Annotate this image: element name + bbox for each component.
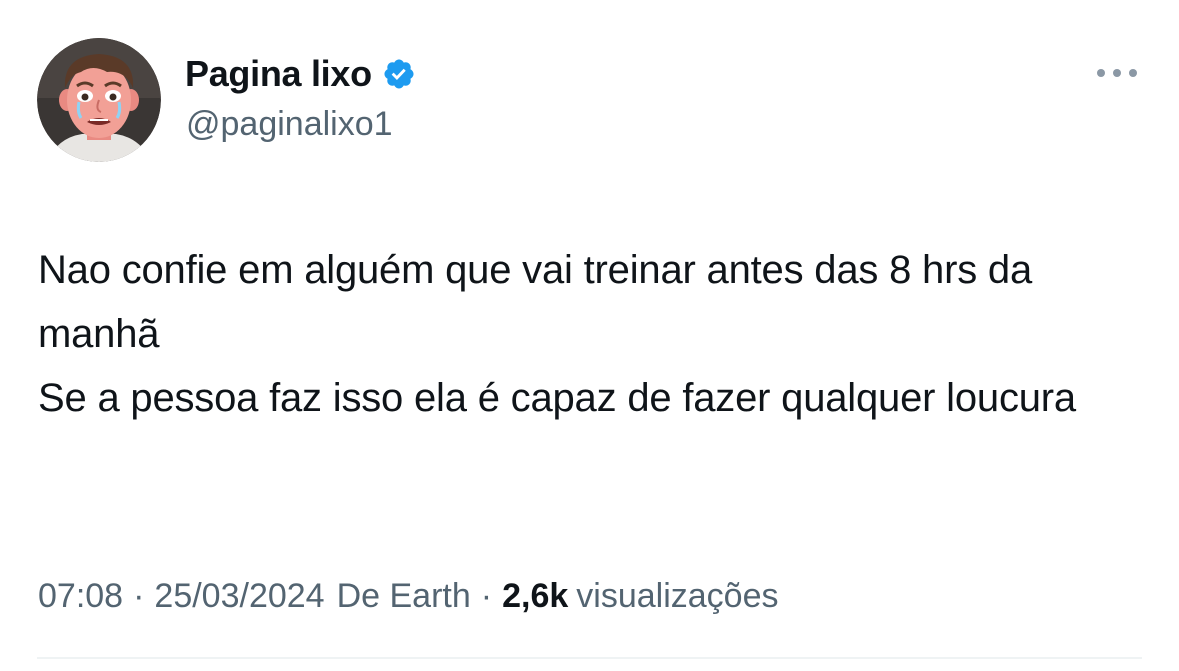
more-icon [1097, 69, 1137, 77]
verified-badge-icon [382, 57, 416, 91]
tweet-text-line: Nao confie em alguém que vai treinar ant… [38, 248, 1033, 356]
tweet-meta: 07:08 · 25/03/2024 De Earth · 2,6k visua… [38, 577, 779, 616]
divider [37, 657, 1142, 659]
tweet-card: Pagina lixo @paginalixo1 Nao confie em a… [0, 0, 1179, 671]
tweet-source: De Earth [336, 577, 471, 615]
tweet-text: Nao confie em alguém que vai treinar ant… [38, 238, 1148, 430]
tweet-text-line: Se a pessoa faz isso ela é capaz de faze… [38, 376, 1076, 420]
author-name[interactable]: Pagina lixo [185, 53, 372, 95]
meta-separator: · [480, 577, 493, 615]
crying-man-avatar-icon [37, 38, 161, 162]
author-handle[interactable]: @paginalixo1 [186, 105, 393, 144]
avatar[interactable] [37, 38, 161, 162]
views-count[interactable]: 2,6k [502, 577, 568, 616]
tweet-date[interactable]: 25/03/2024 [154, 577, 324, 616]
views-label: visualizações [576, 577, 779, 615]
meta-separator: · [133, 577, 145, 615]
tweet-time[interactable]: 07:08 [38, 577, 123, 616]
more-button[interactable] [1092, 58, 1142, 88]
author-name-row: Pagina lixo [185, 50, 416, 98]
